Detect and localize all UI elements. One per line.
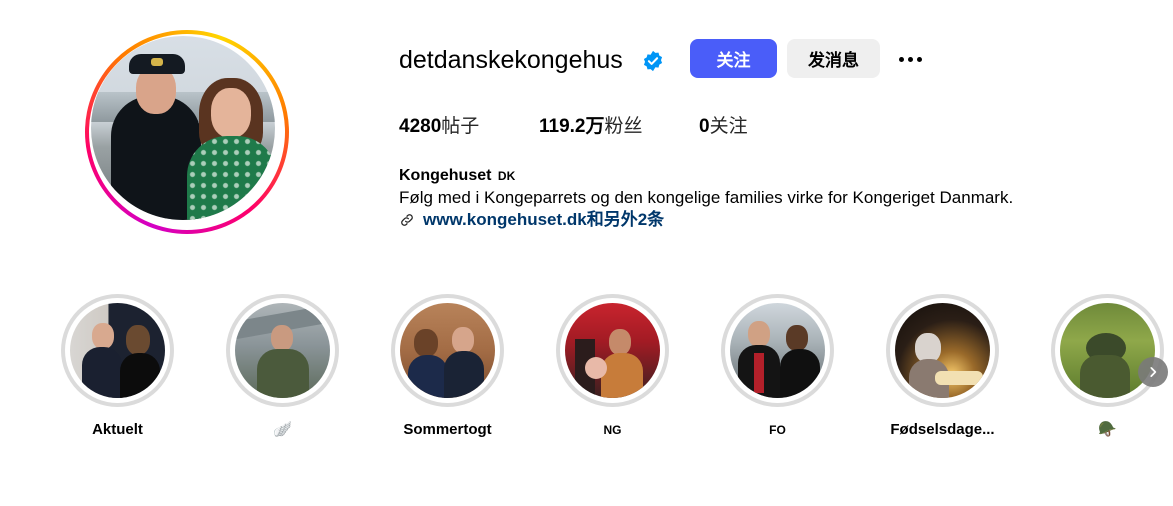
highlight-ring bbox=[226, 294, 339, 407]
highlight-ring bbox=[721, 294, 834, 407]
posts-count: 4280帖子 bbox=[399, 114, 479, 140]
full-name-text: Kongehuset bbox=[399, 167, 492, 184]
highlight-ring bbox=[556, 294, 669, 407]
highlight-ring bbox=[391, 294, 504, 407]
following-count[interactable]: 0关注 bbox=[699, 114, 748, 140]
cover-cake bbox=[935, 371, 983, 385]
cover-figure bbox=[408, 355, 448, 398]
highlight-ring bbox=[886, 294, 999, 407]
message-button[interactable]: 发消息 bbox=[787, 39, 880, 78]
link-icon bbox=[401, 214, 413, 226]
cover-figure bbox=[120, 353, 160, 398]
username: detdanskekongehus bbox=[399, 46, 623, 74]
website-link[interactable]: www.kongehuset.dk和另外2条 bbox=[423, 209, 664, 231]
followers-value: 119.2万 bbox=[539, 116, 605, 137]
followers-count[interactable]: 119.2万粉丝 bbox=[539, 114, 643, 140]
highlight-label: FO bbox=[769, 423, 786, 437]
highlight-wing[interactable]: 🪽 bbox=[226, 294, 339, 439]
verified-badge-icon bbox=[643, 50, 663, 72]
cover-face bbox=[748, 321, 770, 347]
cover-figure bbox=[601, 353, 643, 398]
cover-figure bbox=[257, 349, 309, 398]
chevron-right-icon[interactable] bbox=[1138, 357, 1168, 387]
following-label: 关注 bbox=[709, 116, 748, 137]
highlight-cover bbox=[895, 303, 990, 398]
follow-button[interactable]: 关注 bbox=[690, 39, 777, 78]
photo-dress-pattern bbox=[187, 136, 275, 220]
cover-face bbox=[609, 329, 631, 355]
cover-face bbox=[271, 325, 293, 351]
avatar-photo bbox=[91, 36, 275, 220]
cover-figure bbox=[1080, 355, 1130, 398]
highlight-aktuelt[interactable]: Aktuelt bbox=[61, 294, 174, 439]
posts-label: 帖子 bbox=[441, 116, 480, 137]
more-dot bbox=[916, 56, 922, 62]
highlight-ring bbox=[1051, 294, 1164, 407]
highlight-cover bbox=[70, 303, 165, 398]
cover-face bbox=[452, 327, 474, 353]
highlight-fo[interactable]: FO bbox=[721, 294, 834, 439]
cover-hair bbox=[414, 329, 438, 357]
highlight-label: 🪽 bbox=[273, 421, 292, 438]
bio-text: Følg med i Kongeparrets og den kongelige… bbox=[399, 188, 1014, 207]
cover-hair bbox=[126, 325, 150, 355]
full-name: Kongehuset DK bbox=[399, 166, 515, 186]
highlight-cover bbox=[400, 303, 495, 398]
photo-cap-badge bbox=[151, 58, 163, 66]
more-options-icon[interactable] bbox=[893, 46, 927, 72]
highlight-sommertogt[interactable]: Sommertogt bbox=[391, 294, 504, 439]
cover-figure bbox=[780, 349, 820, 398]
cover-face bbox=[92, 323, 114, 349]
followers-label: 粉丝 bbox=[604, 116, 643, 137]
highlight-cover bbox=[235, 303, 330, 398]
highlight-ring bbox=[61, 294, 174, 407]
highlight-label: Sommertogt bbox=[403, 421, 492, 438]
cover-vest bbox=[754, 353, 764, 393]
profile-avatar[interactable] bbox=[85, 30, 289, 234]
following-value: 0 bbox=[699, 116, 710, 137]
posts-value: 4280 bbox=[399, 116, 442, 137]
full-name-suffix: DK bbox=[497, 169, 516, 183]
highlight-label: NG bbox=[603, 423, 622, 437]
highlight-label: Fødselsdage... bbox=[890, 421, 995, 438]
highlight-fodselsdage[interactable]: Fødselsdage... bbox=[886, 294, 999, 439]
highlight-ng[interactable]: NG bbox=[556, 294, 669, 439]
highlight-cover bbox=[730, 303, 825, 398]
highlight-label: 🪖 bbox=[1098, 421, 1117, 438]
cover-hair bbox=[786, 325, 808, 351]
chevron-right-glyph bbox=[1150, 367, 1157, 377]
highlight-cover bbox=[1060, 303, 1155, 398]
more-dot bbox=[898, 56, 904, 62]
highlight-cover bbox=[565, 303, 660, 398]
highlight-label: Aktuelt bbox=[92, 421, 143, 438]
cover-flowers bbox=[585, 357, 607, 379]
photo-face-woman bbox=[211, 88, 251, 138]
more-dot bbox=[907, 56, 913, 62]
cover-figure bbox=[444, 351, 484, 398]
cover-figure bbox=[82, 347, 122, 398]
